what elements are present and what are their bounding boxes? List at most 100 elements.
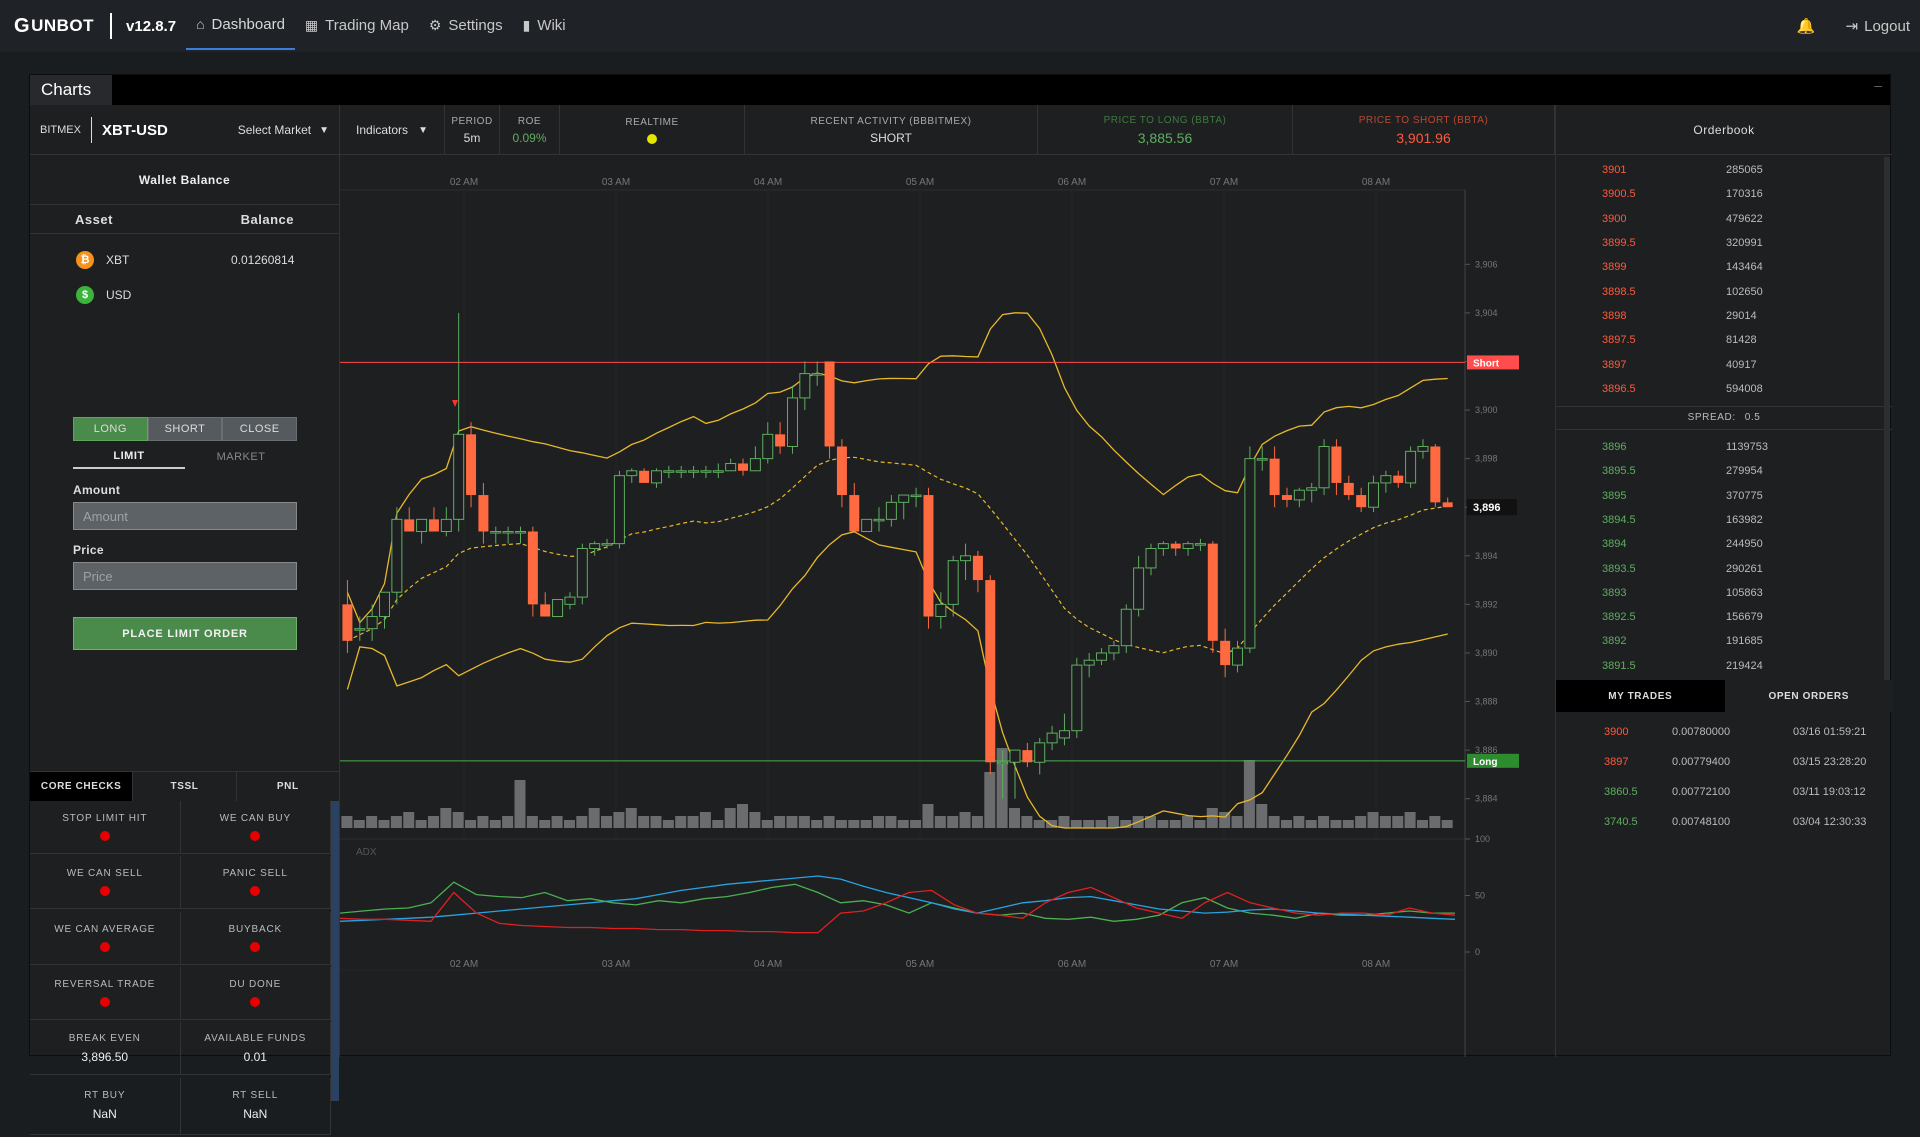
nav-trading-map[interactable]: ▦ Trading Map: [295, 0, 419, 50]
time-axis-label: 07 AM: [1210, 177, 1238, 188]
dollar-icon: $: [76, 285, 94, 304]
candle-body-up: [1232, 647, 1244, 666]
orderbook-ask-row[interactable]: 3896.5 594008: [1556, 377, 1892, 401]
volume-bar: [576, 816, 588, 828]
trade-row[interactable]: 3900 0.00780000 03/16 01:59:21: [1556, 717, 1893, 747]
tab-core-checks[interactable]: CORE CHECKS: [30, 772, 134, 801]
select-market-dropdown[interactable]: Select Market ▼: [238, 123, 329, 137]
exchange-divider: [90, 117, 92, 143]
volume-bar: [910, 820, 922, 828]
panel-tab-charts[interactable]: Charts: [30, 75, 112, 105]
candle-body-up: [626, 470, 638, 477]
trade-time: 03/16 01:59:21: [1793, 726, 1867, 738]
volume-bar: [638, 816, 650, 828]
orderbook-bid-row[interactable]: 3896 1139753: [1556, 435, 1892, 459]
orderbook-ask-row[interactable]: 3899.5 320991: [1556, 231, 1892, 255]
orderbook-bid-row[interactable]: 3892.5 156679: [1556, 605, 1892, 629]
nav-wiki[interactable]: ▮ Wiki: [513, 0, 576, 50]
orderbook-bid-row[interactable]: 3894 244950: [1556, 532, 1892, 556]
asset-symbol: USD: [106, 287, 132, 302]
orderbook-ask-row[interactable]: 3901 285065: [1556, 158, 1892, 182]
volume-bar: [1033, 820, 1045, 828]
tab-pnl[interactable]: PNL: [236, 772, 340, 801]
checks-scrollbar[interactable]: [331, 801, 339, 1101]
orderbook-ask-row[interactable]: 3900 479622: [1556, 207, 1892, 231]
orderbook-size: 163982: [1726, 514, 1763, 526]
volume-bar: [984, 772, 996, 828]
volume-bar: [625, 808, 637, 828]
orderbook-bid-row[interactable]: 3893 105863: [1556, 581, 1892, 605]
status-dot-icon: [250, 941, 261, 952]
orderbook-price: 3896.5: [1602, 382, 1636, 395]
indicators-label: Indicators: [356, 123, 409, 137]
short-button[interactable]: SHORT: [147, 417, 223, 441]
volume-bar: [1429, 816, 1441, 828]
candle-body-up: [960, 555, 972, 562]
orderbook-bid-row[interactable]: 3892 191685: [1556, 629, 1892, 653]
trade-size: 0.00748100: [1672, 816, 1731, 828]
logo[interactable]: G UNBOT: [14, 15, 94, 38]
orderbook-bid-row[interactable]: 3894.5 163982: [1556, 508, 1892, 532]
orderbook-bid-row[interactable]: 3895.5 279954: [1556, 459, 1892, 483]
volume-bar: [749, 812, 761, 828]
volume-bar: [835, 820, 847, 828]
candle-body-up: [663, 470, 675, 473]
orderbook-ask-row[interactable]: 3898.5 102650: [1556, 279, 1892, 303]
indicators-dropdown[interactable]: Indicators ▼: [340, 105, 445, 155]
candle-body-down: [639, 470, 650, 483]
orderbook-ask-row[interactable]: 3897.5 81428: [1556, 328, 1892, 352]
spread-value: 0.5: [1744, 412, 1761, 424]
trade-row[interactable]: 3740.5 0.00748100 03/04 12:30:33: [1556, 807, 1893, 837]
price-chart-area[interactable]: 02 AM 02 AM 03 AM 03 AM 04 AM 04 AM 05 AM 05 AM…: [340, 155, 1555, 1057]
nav-settings[interactable]: ⚙ Settings: [419, 0, 513, 50]
orderbook-size: 102650: [1726, 285, 1763, 298]
candlestick-chart[interactable]: 02 AM 02 AM 03 AM 03 AM 04 AM 04 AM 05 AM 05 AM…: [340, 155, 1555, 1057]
minimize-icon[interactable]: –: [1874, 77, 1882, 93]
orderbook-ask-row[interactable]: 3900.5 170316: [1556, 182, 1892, 206]
volume-bar: [563, 820, 575, 828]
tab-market[interactable]: MARKET: [185, 445, 297, 469]
candle-body-up: [1133, 567, 1145, 610]
price-input[interactable]: [73, 562, 297, 590]
activity-cell: RECENT ACTIVITY (BBBITMEX) SHORT: [745, 105, 1038, 155]
orderbook-bid-row[interactable]: 3895 370775: [1556, 484, 1892, 508]
asset-balance: 0.01260814: [231, 252, 295, 267]
volume-bar: [415, 820, 427, 828]
volume-bar: [1379, 816, 1391, 828]
price-to-short-value: 3,901.96: [1396, 129, 1451, 146]
volume-bar: [873, 816, 885, 828]
place-limit-order-button[interactable]: PLACE LIMIT ORDER: [73, 617, 297, 650]
trade-row[interactable]: 3860.5 0.00772100 03/11 19:03:12: [1556, 777, 1893, 807]
status-dot-icon: [250, 831, 261, 841]
long-button[interactable]: LONG: [73, 417, 148, 441]
tab-my-trades[interactable]: MY TRADES: [1556, 680, 1725, 712]
tab-open-orders[interactable]: OPEN ORDERS: [1724, 680, 1893, 712]
check-available-funds: AVAILABLE FUNDS 0.01: [180, 1022, 331, 1076]
volume-bar: [774, 816, 786, 828]
tab-limit[interactable]: LIMIT: [73, 445, 185, 469]
orderbook-price: 3894: [1602, 538, 1627, 551]
trade-row[interactable]: 3897 0.00779400 03/15 23:28:20: [1556, 747, 1893, 777]
close-button[interactable]: CLOSE: [222, 417, 298, 441]
orderbook-price: 3898.5: [1602, 285, 1636, 298]
volume-bar: [390, 816, 402, 828]
orderbook-ask-row[interactable]: 3897 40917: [1556, 352, 1892, 376]
volume-bar: [452, 812, 464, 828]
check-label: BREAK EVEN: [68, 1032, 141, 1044]
orderbook-scrollbar[interactable]: [1884, 157, 1890, 707]
amount-input[interactable]: [73, 502, 297, 530]
bell-icon[interactable]: 🔔: [1797, 17, 1816, 35]
nav-dashboard[interactable]: ⌂ Dashboard: [186, 0, 295, 50]
volume-bar: [737, 804, 749, 828]
orderbook-ask-row[interactable]: 3898 29014: [1556, 304, 1892, 328]
check-value: NaN: [92, 1107, 117, 1122]
orderbook-asks: 3901 285065 3900.5 170316 3900 479622 3899.5 32…: [1556, 155, 1892, 401]
logout-button[interactable]: ⇥ Logout: [1846, 17, 1910, 36]
orderbook-bid-row[interactable]: 3891.5 219424: [1556, 654, 1892, 678]
volume-bar: [712, 820, 724, 828]
orderbook-ask-row[interactable]: 3899 143464: [1556, 255, 1892, 279]
market-selector: BITMEX XBT-USD Select Market ▼: [30, 105, 340, 155]
tab-tssl[interactable]: TSSL: [133, 772, 237, 801]
candle-body-down: [824, 361, 835, 447]
orderbook-bid-row[interactable]: 3893.5 290261: [1556, 556, 1892, 580]
